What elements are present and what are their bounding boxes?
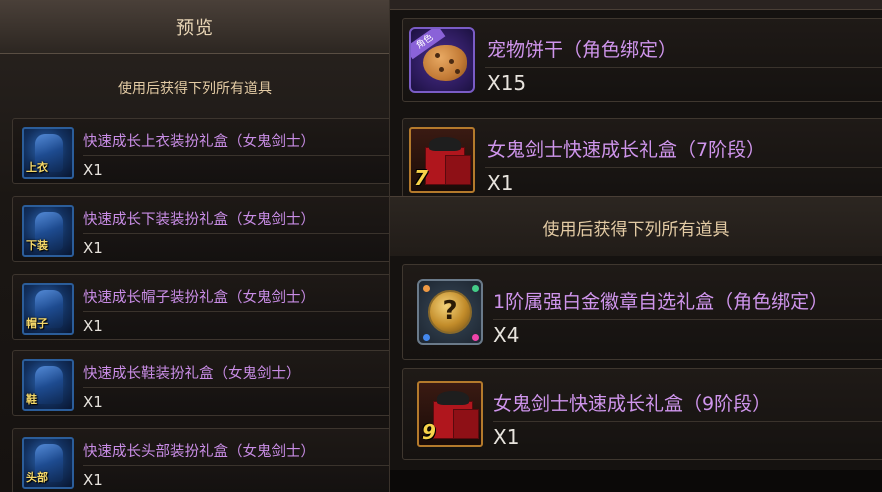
item-name: 快速成长头部装扮礼盒（女鬼剑士） <box>83 444 315 460</box>
item-quantity: X1 <box>83 317 103 335</box>
preview-panel-right: 角色 宠物饼干（角色绑定） X15 7 女鬼剑士快速成长礼盒（7阶段） X1 使… <box>390 0 882 470</box>
gift-box-icon: 9 <box>417 381 483 447</box>
item-quantity: X1 <box>83 393 103 411</box>
section-header: 使用后获得下列所有道具 <box>390 196 882 256</box>
item-quantity: X1 <box>487 171 514 195</box>
pet-cookie-icon: 角色 <box>409 27 475 93</box>
list-item[interactable]: 7 女鬼剑士快速成长礼盒（7阶段） X1 <box>402 118 882 198</box>
item-name: 快速成长帽子装扮礼盒（女鬼剑士） <box>83 290 315 306</box>
item-quantity: X1 <box>83 471 103 489</box>
list-item[interactable]: 角色 宠物饼干（角色绑定） X15 <box>402 18 882 102</box>
costume-hat-icon: 帽子 <box>22 283 74 335</box>
preview-title: 预览 <box>176 18 214 39</box>
item-name: 快速成长鞋装扮礼盒（女鬼剑士） <box>83 366 301 382</box>
section-title: 使用后获得下列所有道具 <box>542 220 730 240</box>
item-name: 快速成长下装装扮礼盒（女鬼剑士） <box>83 212 315 228</box>
costume-bottom-icon: 下装 <box>22 205 74 257</box>
preview-subtitle: 使用后获得下列所有道具 <box>118 81 272 97</box>
costume-shoes-icon: 鞋 <box>22 359 74 411</box>
item-quantity: X1 <box>83 239 103 257</box>
item-name: 女鬼剑士快速成长礼盒（7阶段） <box>487 139 766 161</box>
item-quantity: X1 <box>493 425 520 449</box>
costume-top-icon: 上衣 <box>22 127 74 179</box>
item-quantity: X4 <box>493 323 520 347</box>
item-name: 1阶属强白金徽章自选礼盒（角色绑定） <box>493 291 829 313</box>
item-name: 女鬼剑士快速成长礼盒（9阶段） <box>493 393 772 415</box>
list-item[interactable]: 下装 快速成长下装装扮礼盒（女鬼剑士） X1 <box>12 196 389 262</box>
gift-box-icon: 7 <box>409 127 475 193</box>
item-name: 宠物饼干（角色绑定） <box>487 39 678 61</box>
mystery-badge-icon: ? <box>417 279 483 345</box>
list-item[interactable]: 帽子 快速成长帽子装扮礼盒（女鬼剑士） X1 <box>12 274 389 340</box>
item-quantity: X1 <box>83 161 103 179</box>
list-item[interactable]: 鞋 快速成长鞋装扮礼盒（女鬼剑士） X1 <box>12 350 389 416</box>
list-item[interactable]: 上衣 快速成长上衣装扮礼盒（女鬼剑士） X1 <box>12 118 389 184</box>
list-item[interactable]: 头部 快速成长头部装扮礼盒（女鬼剑士） X1 <box>12 428 389 492</box>
item-quantity: X15 <box>487 71 527 95</box>
item-name: 快速成长上衣装扮礼盒（女鬼剑士） <box>83 134 315 150</box>
list-item[interactable]: ? 1阶属强白金徽章自选礼盒（角色绑定） X4 <box>402 264 882 360</box>
background-strip <box>390 470 882 492</box>
costume-head-icon: 头部 <box>22 437 74 489</box>
preview-panel-left: 预览 使用后获得下列所有道具 上衣 快速成长上衣装扮礼盒（女鬼剑士） X1 下装… <box>0 0 390 492</box>
list-item[interactable]: 9 女鬼剑士快速成长礼盒（9阶段） X1 <box>402 368 882 460</box>
